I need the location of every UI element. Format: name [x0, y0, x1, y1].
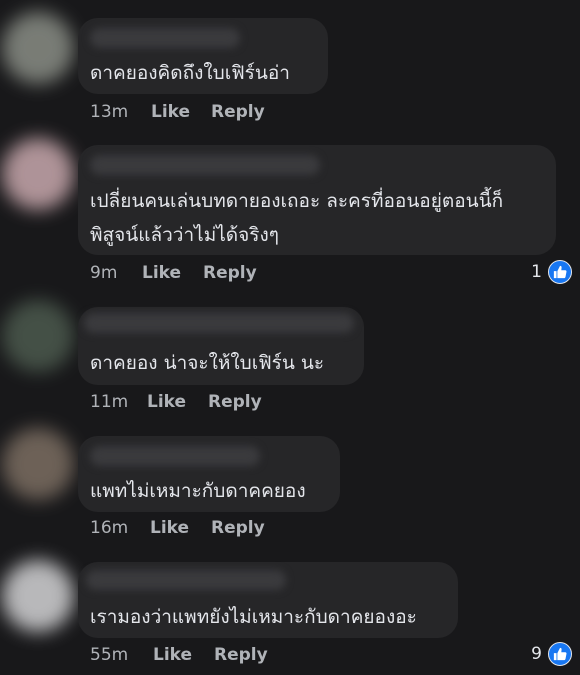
comment-text: เรามองว่าแพทยังไม่เหมาะกับดาคยองอะ	[90, 606, 417, 628]
comment-text: ดาคยองคิดถึงใบเฟิร์นอ่า	[90, 62, 290, 84]
thumbs-up-icon	[548, 260, 572, 284]
comment-timestamp[interactable]: 13m	[90, 102, 128, 122]
like-link[interactable]: Like	[151, 102, 190, 122]
comment-text: แพทไม่เหมาะกับดาคคยอง	[90, 480, 306, 502]
avatar[interactable]	[2, 300, 74, 372]
reply-link[interactable]: Reply	[208, 392, 262, 412]
reply-link[interactable]: Reply	[211, 518, 265, 538]
comment-timestamp[interactable]: 16m	[90, 518, 128, 538]
commenter-name-redacted[interactable]	[90, 446, 260, 466]
avatar[interactable]	[2, 12, 74, 84]
reaction-summary[interactable]: 1	[520, 260, 572, 286]
like-link[interactable]: Like	[150, 518, 189, 538]
like-link[interactable]: Like	[147, 392, 186, 412]
comment-timestamp[interactable]: 11m	[90, 392, 128, 412]
avatar[interactable]	[2, 138, 74, 210]
avatar[interactable]	[2, 428, 74, 500]
reaction-count: 1	[531, 262, 542, 282]
reply-link[interactable]: Reply	[203, 263, 257, 283]
like-link[interactable]: Like	[142, 263, 181, 283]
thumbs-up-icon	[548, 642, 572, 666]
comment-text-line: พิสูจน์แล้วว่าไม่ได้จริงๆ	[90, 224, 279, 246]
commenter-name-redacted[interactable]	[84, 313, 354, 333]
commenter-name-redacted[interactable]	[90, 28, 240, 48]
commenter-name-redacted[interactable]	[90, 155, 320, 175]
like-link[interactable]: Like	[153, 645, 192, 665]
reaction-summary[interactable]: 9	[520, 642, 572, 668]
comment-text-line: เปลี่ยนคนเล่นบทดายองเถอะ ละครที่ออนอยู่ต…	[90, 190, 504, 212]
reaction-count: 9	[531, 644, 542, 664]
reply-link[interactable]: Reply	[211, 102, 265, 122]
comment-timestamp[interactable]: 55m	[90, 645, 128, 665]
reply-link[interactable]: Reply	[214, 645, 268, 665]
comment-timestamp[interactable]: 9m	[90, 263, 117, 283]
avatar[interactable]	[2, 560, 74, 632]
comment-text: ดาคยอง น่าจะให้ใบเฟิร์น นะ	[90, 352, 325, 374]
commenter-name-redacted[interactable]	[86, 570, 286, 590]
